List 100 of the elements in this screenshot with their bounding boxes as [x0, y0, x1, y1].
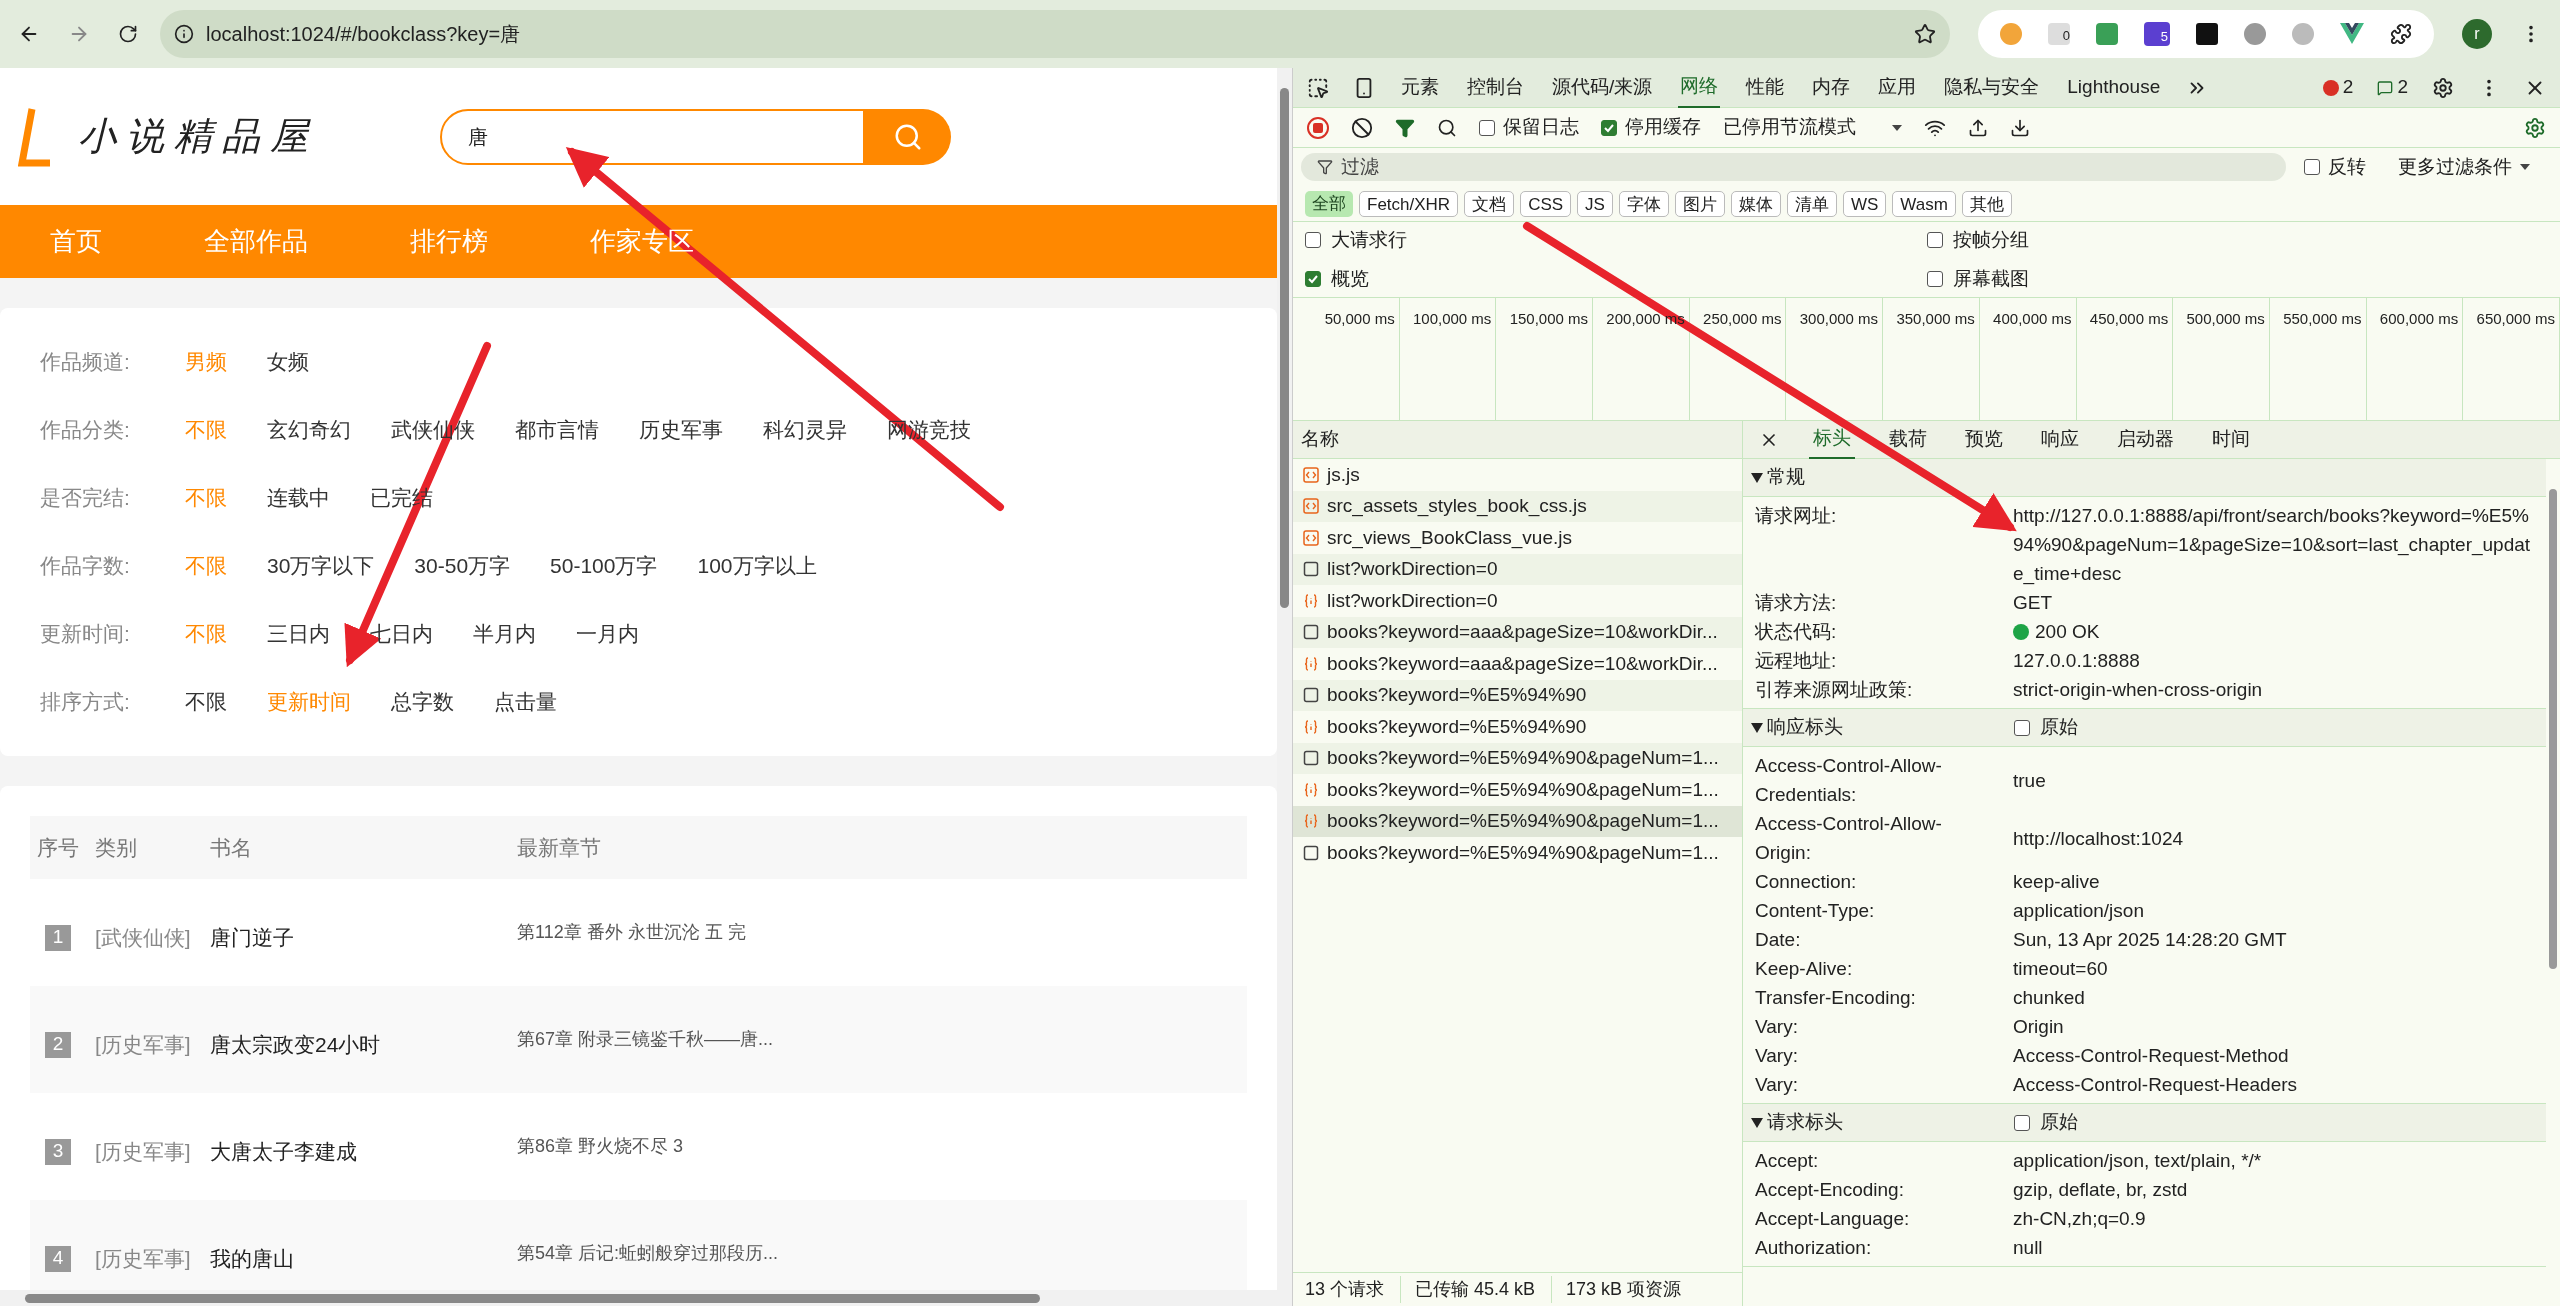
record-stop-icon[interactable]: [1307, 116, 1329, 139]
type-filter-chip[interactable]: Fetch/XHR: [1359, 190, 1459, 217]
filter-option[interactable]: 七日内: [370, 618, 433, 650]
devtools-tab[interactable]: 内存: [1810, 67, 1853, 108]
info-icon[interactable]: [174, 24, 194, 44]
devtools-tab[interactable]: 源代码/来源: [1550, 67, 1655, 108]
filter-option[interactable]: 玄幻奇幻: [267, 414, 351, 446]
checkbox[interactable]: [2014, 1114, 2030, 1131]
filter-option[interactable]: 连载中: [267, 482, 330, 514]
upload-icon[interactable]: [1968, 117, 1988, 138]
bookmark-star-icon[interactable]: [1914, 23, 1936, 45]
avatar[interactable]: r: [2462, 19, 2492, 49]
type-filter-chip[interactable]: JS: [1577, 190, 1613, 217]
throttle-dropdown[interactable]: 已停用节流模式: [1723, 113, 1902, 142]
devtools-tab[interactable]: Lighthouse: [2065, 67, 2163, 108]
request-row[interactable]: src_views_BookClass_vue.js: [1293, 522, 1742, 554]
settings-icon[interactable]: [2432, 76, 2454, 99]
checkbox[interactable]: [1926, 232, 1943, 249]
more-filters-dropdown[interactable]: 更多过滤条件: [2398, 152, 2530, 182]
filter-option[interactable]: 历史军事: [639, 414, 723, 446]
type-filter-chip[interactable]: Wasm: [1892, 190, 1956, 217]
filter-option[interactable]: 30-50万字: [414, 550, 511, 582]
detail-tab[interactable]: 时间: [2208, 420, 2254, 459]
filter-option[interactable]: 100万字以上: [697, 550, 817, 582]
caret-icon[interactable]: [1751, 1117, 1763, 1128]
checkbox[interactable]: [1926, 270, 1943, 287]
book-title-link[interactable]: 大唐太子李建成: [210, 1125, 517, 1168]
extension-icon[interactable]: 0: [2048, 23, 2070, 45]
vue-logo-icon[interactable]: [2340, 23, 2364, 45]
download-icon[interactable]: [2010, 117, 2030, 138]
filter-icon[interactable]: [1395, 117, 1415, 138]
clear-icon[interactable]: [1351, 116, 1373, 139]
filter-field[interactable]: 过滤: [1301, 153, 2286, 181]
detail-tab[interactable]: 响应: [2037, 420, 2083, 459]
chapter-link[interactable]: 第112章 番外 永世沉沦 五 完: [517, 919, 1247, 946]
checkbox[interactable]: [1305, 270, 1321, 287]
devtools-tab[interactable]: 元素: [1399, 67, 1441, 108]
request-row[interactable]: books?keyword=aaa&pageSize=10&workDir...: [1293, 648, 1742, 680]
checkbox[interactable]: [2304, 159, 2320, 175]
request-row[interactable]: src_assets_styles_book_css.js: [1293, 490, 1742, 522]
filter-option[interactable]: 科幻灵异: [763, 414, 847, 446]
type-filter-chip[interactable]: 字体: [1618, 190, 1669, 217]
request-row[interactable]: books?keyword=%E5%94%90&pageNum=1...: [1293, 805, 1742, 837]
chapter-link[interactable]: 第54章 后记:蚯蚓般穿过那段历...: [517, 1240, 1247, 1267]
filter-option[interactable]: 半月内: [473, 618, 536, 650]
extension-icon[interactable]: [2196, 23, 2218, 45]
error-count[interactable]: 2: [2322, 73, 2354, 102]
section-header[interactable]: 请求标头: [1767, 1108, 2014, 1137]
filter-option[interactable]: 女频: [267, 346, 309, 378]
filter-option[interactable]: 一月内: [576, 618, 639, 650]
reload-icon[interactable]: [118, 24, 138, 44]
type-filter-chip[interactable]: 清单: [1786, 190, 1837, 217]
request-row[interactable]: books?keyword=%E5%94%90: [1293, 711, 1742, 743]
checkbox[interactable]: [2014, 719, 2030, 736]
search-icon[interactable]: [1437, 117, 1457, 138]
filter-option[interactable]: 总字数: [391, 686, 454, 718]
checkbox[interactable]: [1305, 232, 1321, 249]
request-row[interactable]: list?workDirection=0: [1293, 553, 1742, 585]
filter-option[interactable]: 50-100万字: [550, 550, 658, 582]
search-field[interactable]: 唐: [440, 108, 865, 165]
request-row[interactable]: js.js: [1293, 459, 1742, 491]
vertical-scrollbar[interactable]: [1277, 68, 1292, 1290]
message-count[interactable]: 2: [2377, 73, 2408, 102]
type-filter-chip[interactable]: 图片: [1674, 190, 1725, 217]
detail-tab[interactable]: 载荷: [1885, 420, 1931, 459]
filter-option[interactable]: 30万字以下: [267, 550, 375, 582]
devtools-tab[interactable]: 控制台: [1465, 67, 1526, 108]
filter-option[interactable]: 不限: [185, 686, 227, 718]
book-title-link[interactable]: 我的唐山: [210, 1232, 517, 1275]
devtools-tab[interactable]: 隐私与安全: [1942, 67, 2042, 108]
devtools-tab[interactable]: 应用: [1876, 67, 1919, 108]
inspect-icon[interactable]: [1307, 76, 1329, 99]
filter-option[interactable]: 三日内: [267, 618, 330, 650]
type-filter-chip[interactable]: 文档: [1464, 190, 1515, 217]
filter-option[interactable]: 点击量: [494, 686, 557, 718]
extension-icon[interactable]: [2244, 23, 2266, 45]
type-filter-chip[interactable]: CSS: [1520, 190, 1572, 217]
book-title-link[interactable]: 唐门逆子: [210, 911, 517, 954]
request-row[interactable]: books?keyword=%E5%94%90&pageNum=1...: [1293, 837, 1742, 869]
request-row[interactable]: list?workDirection=0: [1293, 585, 1742, 617]
horizontal-scrollbar[interactable]: [0, 1290, 1292, 1306]
section-header[interactable]: 响应标头: [1767, 713, 2014, 742]
devtools-tab[interactable]: 网络: [1678, 67, 1721, 108]
extensions-icon[interactable]: [2390, 23, 2412, 45]
filter-option[interactable]: 都市言情: [515, 414, 599, 446]
caret-icon[interactable]: [1751, 472, 1763, 483]
extension-badge[interactable]: 5: [2144, 22, 2170, 46]
detail-tab[interactable]: 启动器: [2113, 420, 2178, 459]
request-row[interactable]: books?keyword=%E5%94%90&pageNum=1...: [1293, 742, 1742, 774]
request-row[interactable]: books?keyword=aaa&pageSize=10&workDir...: [1293, 616, 1742, 648]
chapter-link[interactable]: 第86章 野火烧不尽 3: [517, 1133, 1247, 1160]
request-row[interactable]: books?keyword=%E5%94%90&pageNum=1...: [1293, 774, 1742, 806]
type-filter-chip[interactable]: 全部: [1305, 190, 1353, 217]
detail-tab[interactable]: 预览: [1961, 420, 2007, 459]
caret-icon[interactable]: [1751, 722, 1763, 733]
type-filter-chip[interactable]: 其他: [1961, 190, 2012, 217]
checkbox[interactable]: [1479, 119, 1495, 136]
type-filter-chip[interactable]: 媒体: [1730, 190, 1781, 217]
type-filter-chip[interactable]: WS: [1842, 190, 1887, 217]
address-bar[interactable]: localhost:1024/#/bookclass?key=唐: [160, 10, 1950, 58]
